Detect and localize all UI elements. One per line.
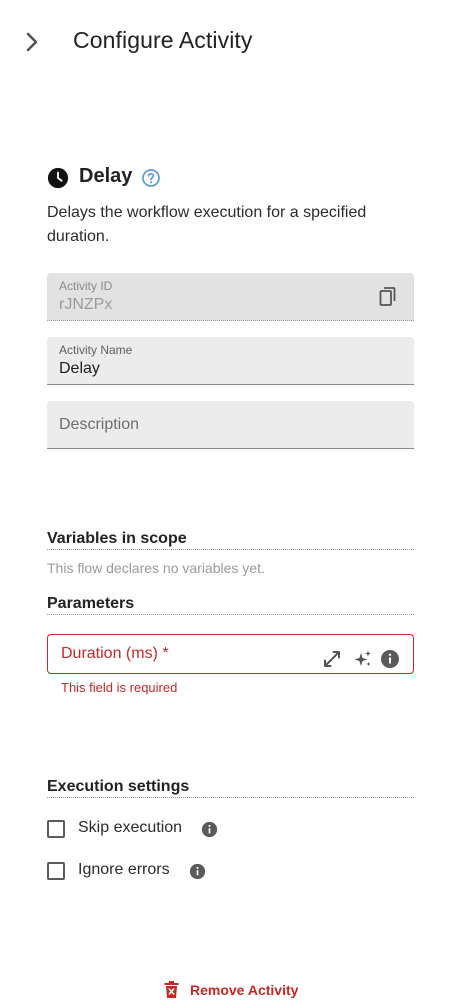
duration-error: This field is required [61,680,178,695]
duration-label: Duration (ms) * [61,645,169,662]
parameters-heading: Parameters [47,595,414,615]
activity-description: Delays the workflow execution for a spec… [47,204,367,245]
help-circle-icon[interactable] [141,168,161,188]
duration-input[interactable]: Duration (ms) * [47,634,414,674]
sparkles-icon[interactable] [353,649,373,669]
activity-id-value: rJNZPx [59,296,113,313]
copy-icon[interactable] [378,286,398,308]
activity-id-field: Activity ID rJNZPx [47,273,414,321]
activity-name-field[interactable]: Activity Name Delay [47,337,414,385]
trash-icon [164,981,179,998]
activity-name-value[interactable]: Delay [59,360,100,378]
skip-execution-label[interactable]: Skip execution [78,819,182,837]
clock-icon [47,167,69,189]
panel-title: Configure Activity [73,27,253,53]
skip-execution-checkbox[interactable] [47,820,65,838]
remove-activity-label: Remove Activity [190,982,299,998]
variables-heading: Variables in scope [47,530,414,550]
no-variables-text: This flow declares no variables yet. [47,560,265,576]
info-icon[interactable] [189,863,206,880]
activity-name-label: Activity Name [59,343,133,357]
info-icon[interactable] [380,649,400,669]
ignore-errors-checkbox[interactable] [47,862,65,880]
description-placeholder: Description [59,416,140,433]
collapse-panel-button[interactable] [22,28,44,56]
expand-icon[interactable] [322,649,342,669]
chevron-right-icon [26,32,38,52]
activity-id-label: Activity ID [59,279,113,293]
execution-settings-heading: Execution settings [47,778,414,798]
remove-activity-button[interactable]: Remove Activity [164,980,298,1000]
info-icon[interactable] [201,821,218,838]
ignore-errors-label[interactable]: Ignore errors [78,861,170,879]
description-field[interactable]: Description [47,401,414,449]
activity-type-name: Delay [79,165,133,187]
